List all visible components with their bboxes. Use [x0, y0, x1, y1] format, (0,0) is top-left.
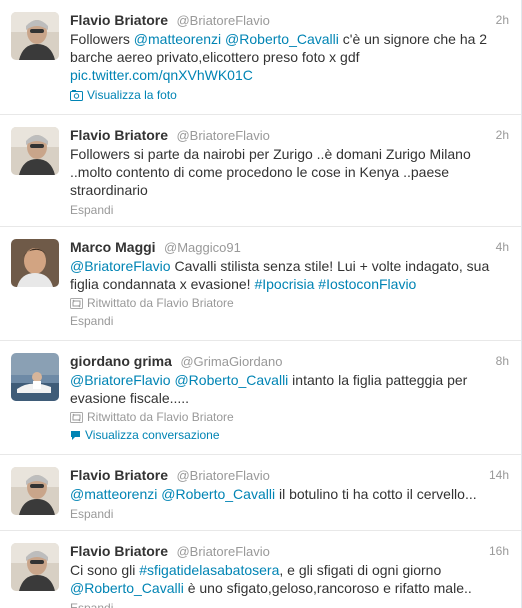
photo-icon [70, 88, 83, 106]
tweet-text-segment: Ci sono gli [70, 562, 140, 578]
tweet-item[interactable]: Flavio Briatore @BriatoreFlavio 2h Follo… [0, 0, 521, 115]
tweet-text: @BriatoreFlavio @Roberto_Cavalli intanto… [70, 371, 509, 407]
mention-link[interactable]: @Roberto_Cavalli [161, 486, 275, 502]
tweet-text-segment: Followers si parte da nairobi per Zurigo… [70, 146, 471, 198]
mention-link[interactable]: @BriatoreFlavio [70, 258, 171, 274]
tweet-timestamp[interactable]: 2h [496, 125, 509, 145]
expand-link[interactable]: Espandi [70, 312, 509, 330]
author-name[interactable]: Flavio Briatore [70, 467, 168, 483]
author-name[interactable]: Flavio Briatore [70, 543, 168, 559]
avatar-flavio-briatore[interactable] [11, 12, 59, 60]
tweet-text: @matteorenzi @Roberto_Cavalli il botulin… [70, 485, 509, 503]
tweet-text: Ci sono gli #sfigatidelasabatosera, e gl… [70, 561, 509, 597]
tweet-stream: Flavio Briatore @BriatoreFlavio 2h Follo… [0, 0, 522, 608]
author-username[interactable]: @BriatoreFlavio [176, 13, 269, 28]
tweet-text-segment: Followers [70, 31, 134, 47]
tweet-item[interactable]: Flavio Briatore @BriatoreFlavio 2h Follo… [0, 115, 521, 227]
retweeted-by-label[interactable]: Ritwittato da Flavio Briatore [87, 296, 234, 310]
author-username[interactable]: @BriatoreFlavio [176, 468, 269, 483]
expand-link[interactable]: Espandi [70, 505, 509, 523]
avatar-marco-maggi[interactable] [11, 239, 59, 287]
author-username[interactable]: @BriatoreFlavio [176, 544, 269, 559]
mention-link[interactable]: @BriatoreFlavio [70, 372, 171, 388]
mention-link[interactable]: @Roberto_Cavalli [70, 580, 184, 596]
tweet-item[interactable]: Flavio Briatore @BriatoreFlavio 16h Ci s… [0, 531, 521, 608]
tweet-text: Followers si parte da nairobi per Zurigo… [70, 145, 509, 199]
author-username[interactable]: @BriatoreFlavio [176, 128, 269, 143]
hashtag-link[interactable]: #Ipocrisia [254, 276, 314, 292]
hashtag-link[interactable]: #sfigatidelasabatosera [139, 562, 279, 578]
retweet-context: Ritwittato da Flavio Briatore [70, 294, 509, 312]
tweet-timestamp[interactable]: 14h [489, 465, 509, 485]
retweeted-by-label[interactable]: Ritwittato da Flavio Briatore [87, 410, 234, 424]
author-name[interactable]: Flavio Briatore [70, 127, 168, 143]
view-photo-link[interactable]: Visualizza la foto [70, 86, 509, 104]
author-name[interactable]: giordano grima [70, 353, 172, 369]
author-username[interactable]: @GrimaGiordano [180, 354, 282, 369]
retweet-context: Ritwittato da Flavio Briatore [70, 408, 509, 426]
view-photo-label: Visualizza la foto [87, 88, 177, 102]
tweet-text-segment: , e gli sfigati di ogni giorno [279, 562, 442, 578]
tweet-text-segment: è uno sfigato,geloso,rancoroso e rifatto… [183, 580, 472, 596]
mention-link[interactable]: @Roberto_Cavalli [174, 372, 288, 388]
tweet-text-segment: il botulino ti ha cotto il cervello... [275, 486, 477, 502]
media-link[interactable]: pic.twitter.com/qnXVhWK01C [70, 67, 253, 83]
view-conversation-link[interactable]: Visualizza conversazione [70, 426, 509, 444]
tweet-timestamp[interactable]: 4h [496, 237, 509, 257]
conversation-icon [70, 428, 81, 446]
expand-link[interactable]: Espandi [70, 599, 509, 608]
author-name[interactable]: Flavio Briatore [70, 12, 168, 28]
mention-link[interactable]: @matteorenzi [134, 31, 221, 47]
tweet-timestamp[interactable]: 16h [489, 541, 509, 561]
tweet-timestamp[interactable]: 2h [496, 10, 509, 30]
mention-link[interactable]: @matteorenzi [70, 486, 157, 502]
mention-link[interactable]: @Roberto_Cavalli [225, 31, 339, 47]
tweet-text: Followers @matteorenzi @Roberto_Cavalli … [70, 30, 509, 84]
tweet-item[interactable]: Flavio Briatore @BriatoreFlavio 14h @mat… [0, 455, 521, 531]
tweet-timestamp[interactable]: 8h [496, 351, 509, 371]
tweet-item[interactable]: giordano grima @GrimaGiordano 8h @Briato… [0, 341, 521, 455]
author-name[interactable]: Marco Maggi [70, 239, 156, 255]
view-conversation-label: Visualizza conversazione [85, 428, 220, 442]
expand-link[interactable]: Espandi [70, 201, 509, 219]
avatar-flavio-briatore[interactable] [11, 467, 59, 515]
avatar-giordano-grima[interactable] [11, 353, 59, 401]
author-username[interactable]: @Maggico91 [164, 240, 241, 255]
avatar-flavio-briatore[interactable] [11, 543, 59, 591]
tweet-item[interactable]: Marco Maggi @Maggico91 4h @BriatoreFlavi… [0, 227, 521, 341]
hashtag-link[interactable]: #IostoconFlavio [318, 276, 416, 292]
avatar-flavio-briatore[interactable] [11, 127, 59, 175]
tweet-text: @BriatoreFlavio Cavalli stilista senza s… [70, 257, 509, 293]
